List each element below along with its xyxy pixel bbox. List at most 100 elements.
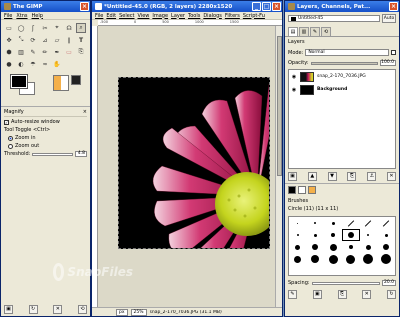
brush-item[interactable] — [289, 217, 307, 229]
image-selector[interactable]: Untitled-45 — [288, 15, 380, 22]
brush-item[interactable] — [360, 241, 378, 253]
eye-icon[interactable]: ◉ — [291, 74, 297, 80]
menu-help[interactable]: Help — [32, 13, 43, 19]
menu-file[interactable]: File — [4, 13, 12, 19]
zoom-in-radio[interactable] — [8, 135, 13, 141]
close-icon[interactable]: × — [80, 2, 89, 11]
save-options-icon[interactable]: ▣ — [4, 305, 13, 314]
perspective-tool-icon[interactable]: ▱ — [52, 35, 62, 45]
zoom-out-row[interactable]: Zoom out — [4, 143, 87, 149]
menu-dialogs[interactable]: Dialogs — [203, 13, 222, 19]
duplicate-layer-icon[interactable]: ⎘ — [347, 172, 357, 181]
brush-item[interactable] — [289, 253, 307, 265]
brush-item[interactable] — [324, 217, 342, 229]
close-icon[interactable]: × — [83, 109, 87, 115]
ellipse-select-tool-icon[interactable]: ◯ — [16, 23, 26, 33]
menu-tools[interactable]: Tools — [188, 13, 200, 19]
menu-file[interactable]: File — [95, 13, 103, 19]
fuzzy-select-tool-icon[interactable]: ⌖ — [52, 23, 62, 33]
menu-image[interactable]: Image — [152, 13, 168, 19]
canvas-area[interactable] — [98, 26, 275, 307]
tab-undo[interactable]: ⟲ — [321, 27, 331, 36]
foreground-color-swatch[interactable] — [10, 74, 28, 89]
rect-select-tool-icon[interactable]: ▭ — [4, 23, 14, 33]
zoom-out-radio[interactable] — [8, 143, 13, 149]
layer-row[interactable]: ◉ Background — [289, 83, 395, 96]
brush-swatch[interactable] — [71, 75, 81, 85]
ink-tool-icon[interactable]: ● — [4, 59, 14, 69]
keep-transparency-checkbox[interactable] — [391, 50, 396, 55]
close-icon[interactable]: × — [389, 2, 398, 11]
brush-item[interactable] — [377, 241, 395, 253]
threshold-spinbox[interactable]: 4.8 — [75, 151, 87, 157]
move-tool-icon[interactable]: ✥ — [4, 35, 14, 45]
menu-select[interactable]: Select — [119, 13, 134, 19]
toolbox-titlebar[interactable]: The GIMP × — [1, 1, 90, 12]
maximize-icon[interactable]: □ — [262, 2, 271, 11]
free-select-tool-icon[interactable]: ʃ — [28, 23, 38, 33]
new-brush-icon[interactable]: ▣ — [312, 290, 322, 299]
new-layer-icon[interactable]: ▣ — [288, 172, 297, 181]
unit-select[interactable]: px — [116, 308, 128, 316]
edit-brush-icon[interactable]: ✎ — [288, 290, 297, 299]
brush-item[interactable] — [324, 229, 342, 241]
delete-options-icon[interactable]: ✕ — [53, 305, 63, 314]
spacing-spinbox[interactable]: 20.0 — [382, 280, 396, 286]
mode-select[interactable]: Normal — [305, 49, 389, 56]
brush-item[interactable] — [324, 241, 342, 253]
auto-button[interactable]: Auto — [382, 14, 396, 23]
brush-item[interactable] — [307, 253, 325, 265]
rotate-tool-icon[interactable]: ⟳ — [28, 35, 38, 45]
opacity-spinbox[interactable]: 100.0 — [380, 60, 396, 66]
restore-options-icon[interactable]: ↻ — [28, 305, 38, 314]
magnify-tool-icon[interactable]: ⌕ — [76, 23, 86, 33]
gradient-swatch[interactable] — [308, 186, 316, 194]
close-icon[interactable]: × — [272, 2, 281, 11]
raise-layer-icon[interactable]: ▲ — [307, 172, 317, 181]
brush-item[interactable] — [342, 253, 360, 265]
brush-item[interactable] — [289, 229, 307, 241]
bg-swatch[interactable] — [298, 186, 306, 194]
brush-item[interactable] — [360, 253, 378, 265]
lower-layer-icon[interactable]: ▼ — [327, 172, 337, 181]
vertical-scroll-thumb[interactable] — [277, 36, 282, 176]
minimize-icon[interactable]: _ — [252, 2, 261, 11]
paths-tool-icon[interactable]: ☊ — [64, 23, 74, 33]
brush-item[interactable] — [307, 229, 325, 241]
eraser-tool-icon[interactable]: ▭ — [64, 47, 74, 57]
duplicate-brush-icon[interactable]: ⎘ — [337, 290, 347, 299]
vertical-scrollbar[interactable] — [275, 26, 282, 307]
zoom-select[interactable]: 25% — [130, 308, 147, 316]
image-canvas[interactable] — [118, 77, 270, 249]
anchor-layer-icon[interactable]: ⚓ — [367, 172, 377, 181]
brush-item[interactable] — [342, 241, 360, 253]
delete-brush-icon[interactable]: ✕ — [362, 290, 372, 299]
brush-item[interactable] — [341, 229, 360, 241]
menu-filters[interactable]: Filters — [225, 13, 240, 19]
tab-channels[interactable]: ▥ — [299, 27, 309, 36]
layers-titlebar[interactable]: Layers, Channels, Pat... × — [285, 1, 399, 12]
brush-item[interactable] — [289, 241, 307, 253]
opacity-slider[interactable] — [310, 61, 378, 65]
brush-item[interactable] — [324, 253, 342, 265]
pencil-tool-icon[interactable]: ✎ — [28, 47, 38, 57]
shear-tool-icon[interactable]: ⊿ — [40, 35, 50, 45]
brush-item[interactable] — [360, 217, 378, 229]
eye-icon[interactable]: ◉ — [291, 87, 297, 93]
smudge-tool-icon[interactable]: ☂ — [28, 59, 38, 69]
menu-xtns[interactable]: Xtns — [16, 13, 27, 19]
gradient-swatch[interactable] — [53, 75, 69, 91]
flip-tool-icon[interactable]: ∥ — [64, 35, 74, 45]
bucket-fill-tool-icon[interactable]: ⬢ — [4, 47, 14, 57]
brush-item[interactable] — [377, 229, 395, 241]
brush-item[interactable] — [307, 241, 325, 253]
menu-script-fu[interactable]: Script-Fu — [243, 13, 265, 19]
blend-tool-icon[interactable]: ▥ — [16, 47, 26, 57]
delete-layer-icon[interactable]: ✕ — [386, 172, 396, 181]
brush-item[interactable] — [342, 217, 360, 229]
layer-row[interactable]: ◉ snap_2-170_7036.JPG — [289, 70, 395, 83]
brush-item[interactable] — [360, 229, 378, 241]
tab-layers[interactable]: ▤ — [288, 27, 298, 36]
auto-resize-checkbox[interactable]: ✓ — [4, 119, 9, 125]
scale-tool-icon[interactable]: ⤡ — [16, 35, 26, 45]
